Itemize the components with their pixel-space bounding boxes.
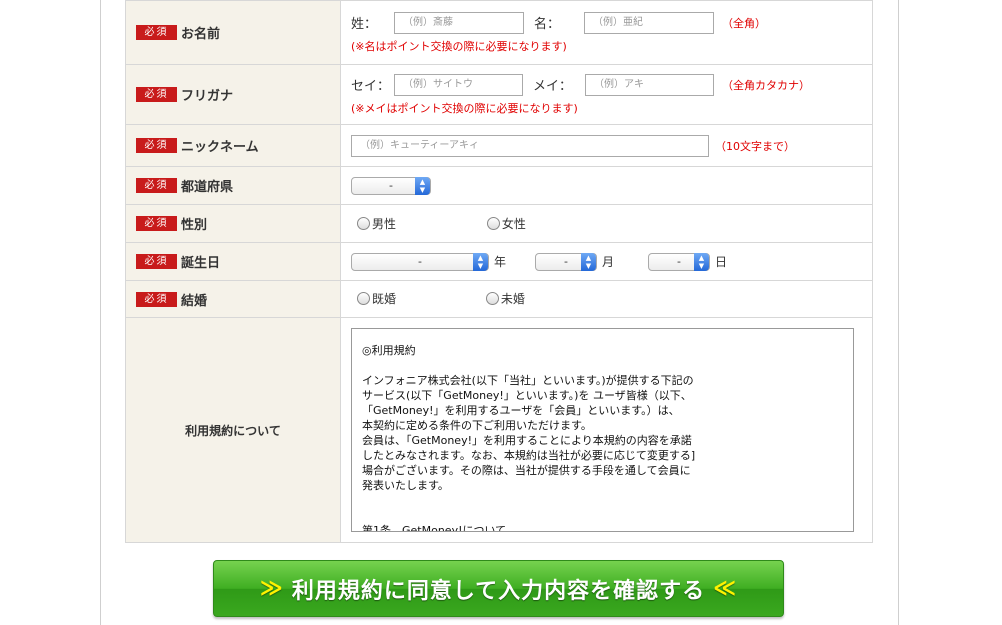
- label-cell-name: 必須 お名前: [125, 0, 341, 65]
- label-prefecture: 都道府県: [181, 180, 234, 195]
- required-badge: 必須: [136, 25, 177, 40]
- radio-circle-icon: [357, 292, 370, 305]
- last-name-input[interactable]: （例）斎藤: [394, 11, 524, 34]
- select-arrows-icon: ▲ ▼: [415, 176, 430, 195]
- required-badge: 必須: [136, 138, 177, 153]
- row-name: 必須 お名前 姓： （例）斎藤 名： （例）亜紀 （全角） (※名はポイント交換の…: [125, 0, 873, 65]
- radio-circle-icon: [486, 216, 500, 230]
- row-prefecture: 必須 都道府県 - ▲ ▼: [125, 166, 873, 205]
- sei-prefix: 姓：: [351, 17, 378, 32]
- month-unit: 月: [602, 255, 615, 269]
- radio-circle-icon: [485, 292, 499, 305]
- first-name-kana-input[interactable]: （例）アキ: [585, 73, 714, 96]
- label-birthday: 誕生日: [181, 256, 221, 271]
- gender-female-label: 女性: [501, 216, 526, 231]
- registration-form-table: 必須 お名前 姓： （例）斎藤 名： （例）亜紀 （全角） (※名はポイント交換の…: [125, 0, 873, 543]
- married-radio[interactable]: 既婚: [357, 290, 482, 307]
- select-arrows-icon: ▲ ▼: [694, 252, 709, 271]
- label-cell-prefecture: 必須 都道府県: [125, 166, 341, 205]
- label-cell-terms: 利用規約について: [125, 317, 341, 543]
- sei-kana-prefix: セイ：: [351, 79, 391, 94]
- unmarried-radio[interactable]: 未婚: [485, 290, 525, 307]
- select-arrows-icon: ▲ ▼: [473, 252, 488, 271]
- birth-year-select[interactable]: - ▲ ▼: [351, 252, 489, 271]
- name-suffix: （全角）: [722, 16, 766, 30]
- required-badge: 必須: [136, 178, 177, 193]
- mei-kana-prefix: メイ：: [533, 79, 573, 94]
- day-unit: 日: [715, 255, 728, 269]
- submit-label: 利用規約に同意して入力内容を確認する: [291, 578, 706, 604]
- birth-day-select[interactable]: - ▲ ▼: [648, 252, 710, 271]
- label-name: お名前: [181, 27, 221, 42]
- label-cell-gender: 必須 性別: [125, 204, 341, 243]
- value-cell-gender: 男性 女性: [340, 204, 873, 243]
- row-kana: 必須 フリガナ セイ： （例）サイトウ メイ： （例）アキ （全角カタカナ） (※…: [125, 64, 873, 125]
- double-chevron-right-icon: ≫: [259, 576, 284, 601]
- gender-male-label: 男性: [372, 216, 397, 231]
- nickname-suffix: （10文字まで）: [715, 139, 795, 153]
- label-cell-birthday: 必須 誕生日: [125, 242, 341, 281]
- label-terms: 利用規約について: [185, 423, 281, 438]
- birth-day-selected: -: [677, 254, 681, 268]
- unmarried-label: 未婚: [500, 292, 525, 306]
- row-nickname: 必須 ニックネーム （例）キューティーアキィ （10文字まで）: [125, 124, 873, 167]
- row-gender: 必須 性別 男性 女性: [125, 204, 873, 243]
- label-marriage: 結婚: [181, 293, 208, 309]
- double-chevron-left-icon: ≪: [713, 576, 738, 601]
- gender-male-radio[interactable]: 男性: [357, 215, 483, 232]
- birth-month-selected: -: [564, 254, 568, 268]
- first-name-input[interactable]: （例）亜紀: [584, 11, 714, 34]
- required-badge: 必須: [136, 216, 177, 231]
- birth-year-selected: -: [418, 254, 422, 268]
- label-cell-kana: 必須 フリガナ: [125, 64, 341, 125]
- terms-textarea[interactable]: ◎利用規約 インフォニア株式会社(以下「当社」といいます。)が提供する下記の サ…: [351, 328, 854, 532]
- select-arrows-icon: ▲ ▼: [581, 252, 596, 271]
- prefecture-selected: -: [389, 178, 393, 192]
- nickname-input[interactable]: （例）キューティーアキィ: [351, 134, 709, 157]
- row-terms: 利用規約について ◎利用規約 インフォニア株式会社(以下「当社」といいます。)が…: [125, 317, 873, 543]
- birth-month-select[interactable]: - ▲ ▼: [535, 252, 597, 271]
- label-gender: 性別: [181, 218, 208, 233]
- row-birthday: 必須 誕生日 - ▲ ▼ 年 - ▲ ▼ 月 - ▲ ▼ 日: [125, 242, 873, 281]
- kana-note: (※メイはポイント交換の際に必要になります): [351, 101, 578, 115]
- mei-prefix: 名：: [534, 17, 561, 32]
- label-cell-nickname: 必須 ニックネーム: [125, 124, 341, 167]
- value-cell-birthday: - ▲ ▼ 年 - ▲ ▼ 月 - ▲ ▼ 日: [340, 242, 873, 281]
- name-note: (※名はポイント交換の際に必要になります): [351, 39, 567, 53]
- value-cell-name: 姓： （例）斎藤 名： （例）亜紀 （全角） (※名はポイント交換の際に必要にな…: [340, 0, 873, 65]
- label-cell-marriage: 必須 結婚: [125, 280, 341, 318]
- required-badge: 必須: [136, 254, 177, 269]
- value-cell-prefecture: - ▲ ▼: [340, 166, 873, 205]
- row-marriage: 必須 結婚 既婚 未婚: [125, 280, 873, 318]
- required-badge: 必須: [136, 87, 177, 102]
- married-label: 既婚: [372, 292, 397, 306]
- prefecture-select[interactable]: - ▲ ▼: [351, 176, 431, 195]
- value-cell-terms: ◎利用規約 インフォニア株式会社(以下「当社」といいます。)が提供する下記の サ…: [340, 317, 873, 543]
- label-nickname: ニックネーム: [181, 140, 259, 155]
- last-name-kana-input[interactable]: （例）サイトウ: [394, 73, 523, 96]
- value-cell-kana: セイ： （例）サイトウ メイ： （例）アキ （全角カタカナ） (※メイはポイント…: [340, 64, 873, 125]
- agree-and-confirm-button[interactable]: ≫ 利用規約に同意して入力内容を確認する ≪: [213, 560, 784, 617]
- year-unit: 年: [494, 255, 507, 269]
- radio-circle-icon: [357, 216, 370, 230]
- value-cell-marriage: 既婚 未婚: [340, 280, 873, 318]
- required-badge: 必須: [136, 291, 177, 307]
- kana-suffix: （全角カタカナ）: [722, 78, 810, 92]
- label-kana: フリガナ: [181, 89, 234, 104]
- gender-female-radio[interactable]: 女性: [486, 215, 526, 232]
- value-cell-nickname: （例）キューティーアキィ （10文字まで）: [340, 124, 873, 167]
